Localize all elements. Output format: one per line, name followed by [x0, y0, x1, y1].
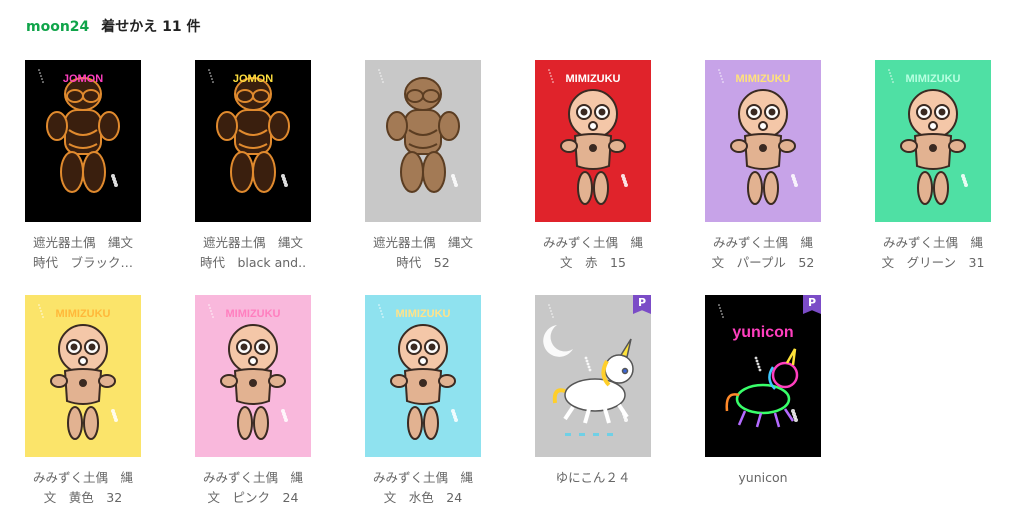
theme-title[interactable]: 遮光器土偶 縄文 時代 ブラック… [18, 233, 148, 273]
theme-title-line1: 遮光器土偶 縄文 [202, 235, 303, 250]
theme-item[interactable]: MIMIZUKU みみずく土偶 縄文 赤 15 [513, 60, 673, 273]
theme-item[interactable]: yunicon Pyunicon [683, 295, 843, 488]
theme-thumbnail-art [535, 295, 651, 457]
theme-thumbnail[interactable] [365, 60, 481, 222]
theme-grid: JOMON 遮光器土偶 縄文 時代 ブラック… JOMON 遮光器土偶 縄文 時代 bl… [0, 0, 1024, 518]
theme-item[interactable]: MIMIZUKU みみずく土偶 縄文 グリーン 31 [853, 60, 1013, 273]
theme-title-line1: みみずく土偶 縄 [712, 235, 813, 250]
theme-title-line2: 時代 black and.. [199, 255, 307, 270]
theme-title[interactable]: みみずく土偶 縄文 グリーン 31 [868, 233, 998, 273]
theme-title-line2: 文 グリーン 31 [881, 255, 985, 270]
theme-item[interactable]: JOMON 遮光器土偶 縄文 時代 ブラック… [3, 60, 163, 273]
thumbnail-wordmark: MIMIZUKU [56, 308, 111, 320]
theme-item[interactable]: P ゆにこん２４ [513, 295, 673, 488]
theme-thumbnail[interactable]: MIMIZUKU [535, 60, 651, 222]
theme-item[interactable]: MIMIZUKU みみずく土偶 縄文 パープル 52 [683, 60, 843, 273]
theme-title-line2: 文 黄色 32 [43, 490, 123, 505]
theme-title-line1: ゆにこん２４ [555, 470, 631, 485]
theme-item[interactable]: MIMIZUKU みみずく土偶 縄文 黄色 32 [3, 295, 163, 508]
theme-title-line2: 文 ピンク 24 [207, 490, 299, 505]
theme-title-line1: みみずく土偶 縄 [542, 235, 643, 250]
theme-thumbnail-art: MIMIZUKU [365, 295, 481, 457]
theme-title-line2: 時代 52 [396, 255, 450, 270]
theme-title[interactable]: みみずく土偶 縄文 水色 24 [358, 468, 488, 508]
theme-title[interactable]: ゆにこん２４ [528, 468, 658, 488]
theme-thumbnail[interactable]: MIMIZUKU [705, 60, 821, 222]
theme-title-line1: みみずく土偶 縄 [882, 235, 983, 250]
theme-thumbnail[interactable]: JOMON [25, 60, 141, 222]
theme-thumbnail[interactable]: MIMIZUKU [365, 295, 481, 457]
thumbnail-wordmark: MIMIZUKU [736, 73, 791, 85]
thumbnail-wordmark: MIMIZUKU [906, 73, 961, 85]
theme-thumbnail[interactable]: MIMIZUKU [875, 60, 991, 222]
theme-title-line1: みみずく土偶 縄 [372, 470, 473, 485]
theme-title[interactable]: 遮光器土偶 縄文 時代 52 [358, 233, 488, 273]
theme-thumbnail-art [365, 60, 481, 222]
theme-title[interactable]: yunicon [698, 468, 828, 488]
theme-thumbnail[interactable]: yunicon P [705, 295, 821, 457]
theme-title-line1: 遮光器土偶 縄文 [32, 235, 133, 250]
thumbnail-wordmark: JOMON [63, 73, 103, 85]
theme-thumbnail[interactable]: JOMON [195, 60, 311, 222]
theme-title-line2: 文 水色 24 [383, 490, 463, 505]
theme-title[interactable]: みみずく土偶 縄文 黄色 32 [18, 468, 148, 508]
theme-thumbnail-art: JOMON [25, 60, 141, 222]
theme-title[interactable]: みみずく土偶 縄文 パープル 52 [698, 233, 828, 273]
theme-thumbnail[interactable]: MIMIZUKU [25, 295, 141, 457]
thumbnail-wordmark: MIMIZUKU [566, 73, 621, 85]
theme-thumbnail-art: JOMON [195, 60, 311, 222]
theme-thumbnail-art: MIMIZUKU [705, 60, 821, 222]
theme-thumbnail[interactable]: MIMIZUKU [195, 295, 311, 457]
theme-item[interactable]: JOMON 遮光器土偶 縄文 時代 black and.. [173, 60, 333, 273]
theme-title-line2: 文 赤 15 [560, 255, 626, 270]
theme-item[interactable]: MIMIZUKU みみずく土偶 縄文 水色 24 [343, 295, 503, 508]
theme-title[interactable]: みみずく土偶 縄文 赤 15 [528, 233, 658, 273]
thumbnail-wordmark: MIMIZUKU [396, 308, 451, 320]
theme-thumbnail-art: MIMIZUKU [195, 295, 311, 457]
theme-thumbnail-art: yunicon [705, 295, 821, 457]
theme-item[interactable]: 遮光器土偶 縄文 時代 52 [343, 60, 503, 273]
theme-title[interactable]: みみずく土偶 縄文 ピンク 24 [188, 468, 318, 508]
thumbnail-wordmark: yunicon [732, 324, 793, 341]
theme-title-line2: 時代 ブラック… [32, 255, 133, 270]
theme-thumbnail-art: MIMIZUKU [25, 295, 141, 457]
theme-title-line1: 遮光器土偶 縄文 [372, 235, 473, 250]
theme-title-line1: みみずく土偶 縄 [202, 470, 303, 485]
theme-thumbnail-art: MIMIZUKU [875, 60, 991, 222]
theme-title[interactable]: 遮光器土偶 縄文 時代 black and.. [188, 233, 318, 273]
theme-thumbnail[interactable]: P [535, 295, 651, 457]
theme-title-line1: yunicon [738, 470, 788, 485]
theme-thumbnail-art: MIMIZUKU [535, 60, 651, 222]
thumbnail-wordmark: MIMIZUKU [226, 308, 281, 320]
theme-title-line2: 文 パープル 52 [711, 255, 815, 270]
theme-item[interactable]: MIMIZUKU みみずく土偶 縄文 ピンク 24 [173, 295, 333, 508]
thumbnail-wordmark: JOMON [233, 73, 273, 85]
theme-title-line1: みみずく土偶 縄 [32, 470, 133, 485]
